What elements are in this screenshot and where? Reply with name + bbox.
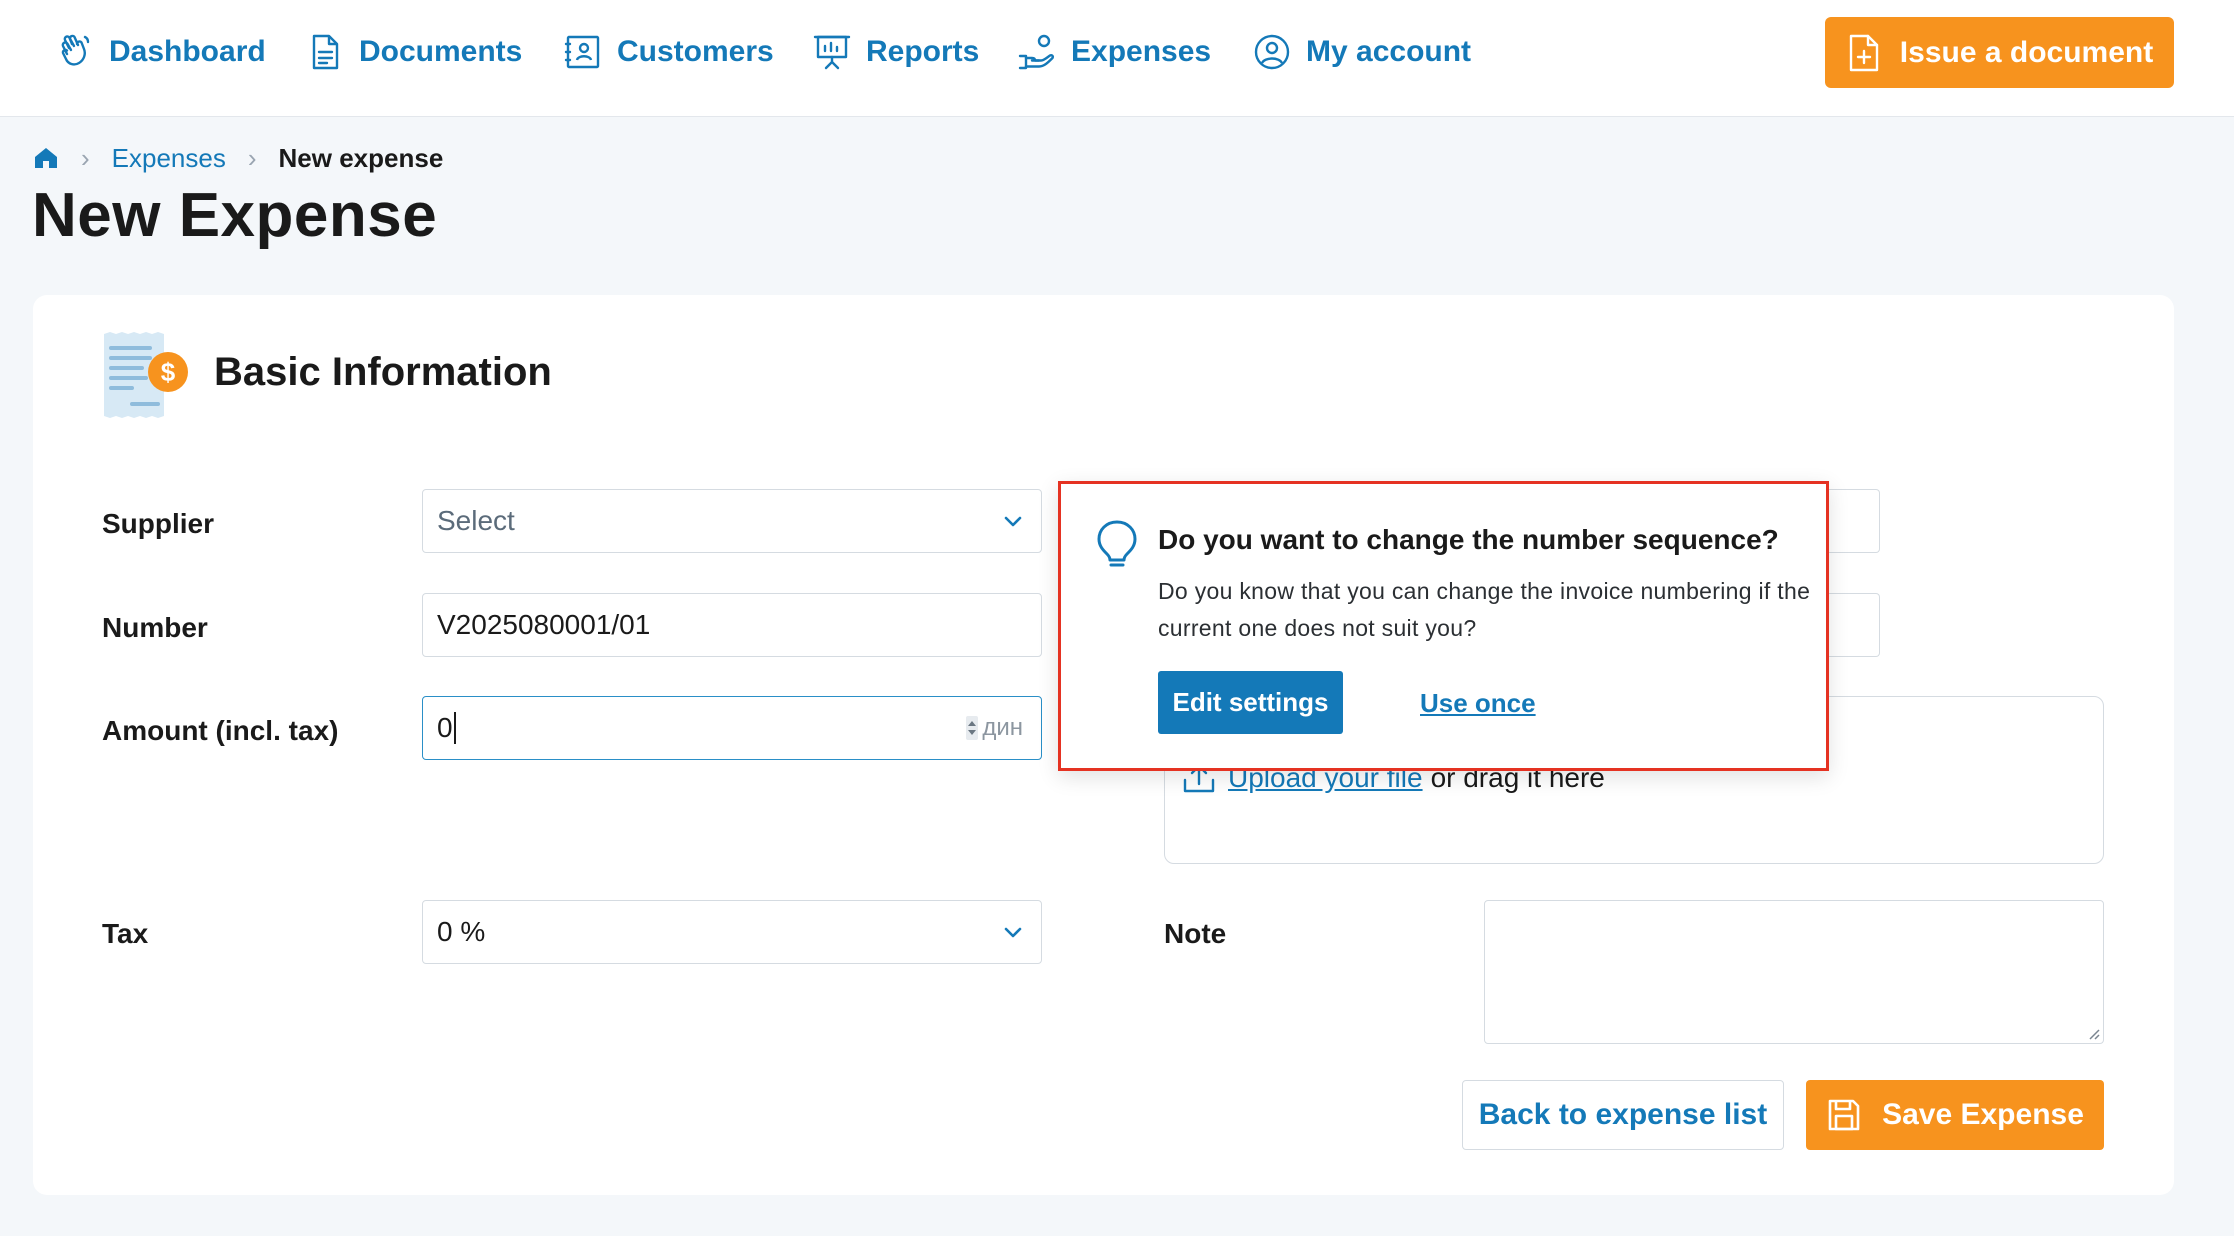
hidden-field-right-2[interactable] bbox=[1820, 593, 1880, 657]
nav-label: Customers bbox=[617, 35, 774, 68]
nav-documents[interactable]: Documents bbox=[305, 30, 522, 74]
popup-body: Do you know that you can change the invo… bbox=[1158, 578, 1811, 641]
chevron-down-icon bbox=[1004, 516, 1022, 527]
breadcrumb-current: New expense bbox=[278, 142, 444, 173]
breadcrumb: › Expenses › New expense bbox=[33, 140, 443, 176]
note-textarea[interactable] bbox=[1484, 900, 2104, 1044]
contact-card-icon bbox=[564, 35, 600, 69]
nav-customers[interactable]: Customers bbox=[563, 30, 774, 74]
home-icon[interactable] bbox=[33, 145, 59, 171]
number-input[interactable]: V2025080001/01 bbox=[422, 593, 1042, 657]
breadcrumb-expenses-link[interactable]: Expenses bbox=[112, 143, 226, 174]
supplier-label: Supplier bbox=[102, 508, 215, 539]
issue-document-label: Issue a document bbox=[1899, 35, 2154, 69]
nav-label: My account bbox=[1306, 35, 1472, 68]
hidden-field-right-1[interactable] bbox=[1820, 489, 1880, 553]
lightbulb-icon bbox=[1097, 520, 1137, 567]
user-circle-icon bbox=[1254, 34, 1290, 70]
number-spinner-icon[interactable] bbox=[966, 716, 979, 740]
use-once-link[interactable]: Use once bbox=[1420, 688, 1536, 719]
number-label: Number bbox=[102, 612, 208, 643]
number-sequence-popup: Do you want to change the number sequenc… bbox=[1058, 481, 1829, 771]
resize-handle-icon[interactable] bbox=[2086, 1026, 2100, 1040]
svg-text:$: $ bbox=[161, 357, 176, 387]
nav-label: Reports bbox=[866, 35, 980, 68]
nav-dashboard[interactable]: Dashboard bbox=[55, 30, 266, 74]
receipt-dollar-icon: $ bbox=[104, 332, 188, 418]
chevron-right-icon: › bbox=[247, 142, 257, 173]
number-value: V2025080001/01 bbox=[437, 609, 651, 640]
section-title: Basic Information bbox=[214, 350, 552, 394]
amount-label: Amount (incl. tax) bbox=[102, 715, 339, 746]
tax-select[interactable]: 0 % bbox=[422, 900, 1042, 964]
save-expense-label: Save Expense bbox=[1882, 1098, 2084, 1131]
currency-suffix: дин bbox=[966, 714, 1023, 742]
note-label: Note bbox=[1164, 918, 1227, 949]
nav-my-account[interactable]: My account bbox=[1252, 30, 1471, 74]
supplier-select[interactable]: Select bbox=[422, 489, 1042, 553]
amount-value: 0 bbox=[437, 712, 453, 743]
issue-document-button[interactable]: Issue a document bbox=[1825, 17, 2174, 88]
page-title: New Expense bbox=[32, 181, 438, 250]
supplier-placeholder: Select bbox=[437, 505, 515, 536]
amount-input[interactable]: 0 дин bbox=[422, 696, 1042, 760]
nav-label: Expenses bbox=[1071, 35, 1212, 68]
edit-settings-button[interactable]: Edit settings bbox=[1158, 671, 1343, 734]
nav-reports[interactable]: Reports bbox=[812, 30, 979, 74]
text-caret bbox=[453, 712, 456, 744]
floppy-disk-icon bbox=[1828, 1099, 1860, 1131]
tax-label: Tax bbox=[102, 918, 149, 949]
hand-wave-icon bbox=[61, 34, 90, 66]
document-plus-icon bbox=[1849, 34, 1878, 71]
nav-expenses[interactable]: Expenses bbox=[1017, 30, 1211, 74]
chevron-down-icon bbox=[1004, 927, 1022, 938]
currency-label: дин bbox=[982, 714, 1023, 741]
nav-label: Documents bbox=[359, 35, 523, 68]
chevron-right-icon: › bbox=[81, 142, 90, 173]
top-navigation: Dashboard Documents Customers Reports Ex… bbox=[0, 0, 2234, 117]
popup-title: Do you want to change the number sequenc… bbox=[1158, 524, 1779, 555]
back-to-expense-list-button[interactable]: Back to expense list bbox=[1462, 1080, 1784, 1150]
tax-value: 0 % bbox=[437, 916, 486, 947]
presentation-board-icon bbox=[813, 35, 851, 70]
document-icon bbox=[312, 34, 339, 70]
nav-label: Dashboard bbox=[109, 35, 266, 68]
save-expense-button[interactable]: Save Expense bbox=[1806, 1080, 2104, 1150]
hand-coins-icon bbox=[1018, 34, 1055, 70]
